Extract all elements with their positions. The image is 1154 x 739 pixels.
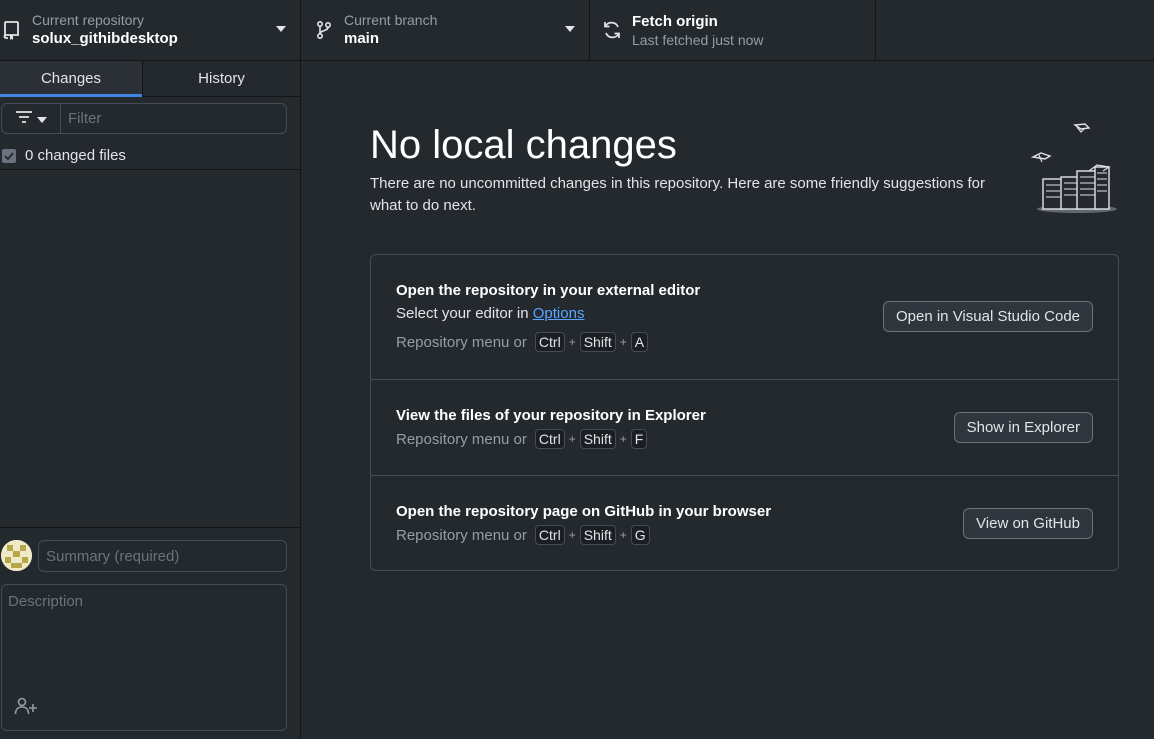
key-separator: +: [568, 335, 576, 349]
current-branch-button[interactable]: Current branch main: [301, 0, 590, 60]
sidebar: Changes History 0 changed files: [0, 61, 301, 739]
shortcut-prefix: Repository menu or: [396, 333, 527, 351]
key-separator: +: [619, 432, 627, 446]
chevron-down-icon: [276, 26, 286, 32]
fetch-origin-button[interactable]: Last fetched just now Fetch origin: [590, 0, 876, 60]
last-fetched-label: Last fetched just now: [632, 31, 764, 48]
options-link[interactable]: Options: [533, 305, 585, 322]
select-all-checkbox[interactable]: [2, 148, 16, 163]
filter-input[interactable]: [61, 104, 286, 133]
shortcut-prefix: Repository menu or: [396, 526, 527, 544]
key-ctrl: Ctrl: [534, 332, 565, 352]
description-text: Select your editor in: [396, 305, 533, 322]
sidebar-tabs: Changes History: [0, 61, 300, 97]
repo-icon: [0, 20, 28, 40]
suggestion-explorer: View the files of your repository in Exp…: [371, 380, 1118, 476]
key-separator: +: [568, 432, 576, 446]
key-ctrl: Ctrl: [534, 429, 565, 449]
key-shift: Shift: [579, 525, 616, 545]
avatar: [1, 540, 32, 571]
changed-files-header: 0 changed files: [0, 142, 300, 170]
changed-files-count: 0 changed files: [25, 147, 126, 164]
tab-history[interactable]: History: [143, 61, 300, 96]
summary-input[interactable]: [38, 540, 287, 572]
suggestion-external-editor: Open the repository in your external edi…: [371, 255, 1118, 380]
show-in-explorer-button[interactable]: Show in Explorer: [953, 412, 1093, 443]
page-title: No local changes: [370, 123, 677, 167]
empty-state-illustration: [1029, 119, 1125, 224]
add-co-author-icon[interactable]: [14, 697, 38, 720]
filter-row: [1, 103, 287, 134]
shortcut-prefix: Repository menu or: [396, 430, 527, 448]
chevron-down-icon: [565, 26, 575, 32]
key-letter: A: [630, 332, 649, 352]
keyboard-shortcut: Repository menu or Ctrl + Shift + F: [396, 429, 650, 449]
current-branch-label: Current branch: [344, 11, 438, 28]
suggestion-description: Select your editor in Options: [396, 305, 584, 322]
suggestion-title: Open the repository in your external edi…: [396, 282, 701, 299]
key-shift: Shift: [579, 332, 616, 352]
filter-options-button[interactable]: [2, 104, 61, 133]
current-repository-button[interactable]: Current repository solux_githibdesktop: [0, 0, 301, 60]
toolbar: Current repository solux_githibdesktop C…: [0, 0, 1154, 61]
key-letter: F: [630, 429, 648, 449]
description-input[interactable]: [2, 585, 286, 695]
keyboard-shortcut: Repository menu or Ctrl + Shift + G: [396, 525, 653, 545]
sync-icon: [596, 20, 628, 40]
suggestion-title: View the files of your repository in Exp…: [396, 407, 706, 424]
key-separator: +: [619, 335, 627, 349]
description-box: [1, 584, 287, 731]
tab-changes[interactable]: Changes: [0, 61, 143, 97]
commit-message-area: [0, 527, 300, 739]
key-shift: Shift: [579, 429, 616, 449]
key-ctrl: Ctrl: [534, 525, 565, 545]
suggestion-github: Open the repository page on GitHub in yo…: [371, 476, 1118, 570]
branch-icon: [308, 20, 340, 40]
key-separator: +: [619, 528, 627, 542]
suggestion-title: Open the repository page on GitHub in yo…: [396, 503, 772, 520]
main-panel: No local changes There are no uncommitte…: [301, 61, 1154, 739]
current-branch-name: main: [344, 29, 380, 47]
fetch-origin-label: Fetch origin: [632, 12, 718, 30]
open-in-editor-button[interactable]: Open in Visual Studio Code: [882, 301, 1093, 332]
view-on-github-button[interactable]: View on GitHub: [963, 508, 1093, 539]
key-letter: G: [630, 525, 650, 545]
chevron-down-icon: [37, 110, 47, 128]
keyboard-shortcut: Repository menu or Ctrl + Shift + A: [396, 332, 651, 352]
current-repository-label: Current repository: [32, 11, 145, 28]
current-repository-name: solux_githibdesktop: [32, 29, 178, 47]
page-subtitle: There are no uncommitted changes in this…: [370, 175, 986, 214]
filter-icon: [15, 110, 33, 128]
key-separator: +: [568, 528, 576, 542]
suggestions-card: Open the repository in your external edi…: [370, 254, 1119, 571]
